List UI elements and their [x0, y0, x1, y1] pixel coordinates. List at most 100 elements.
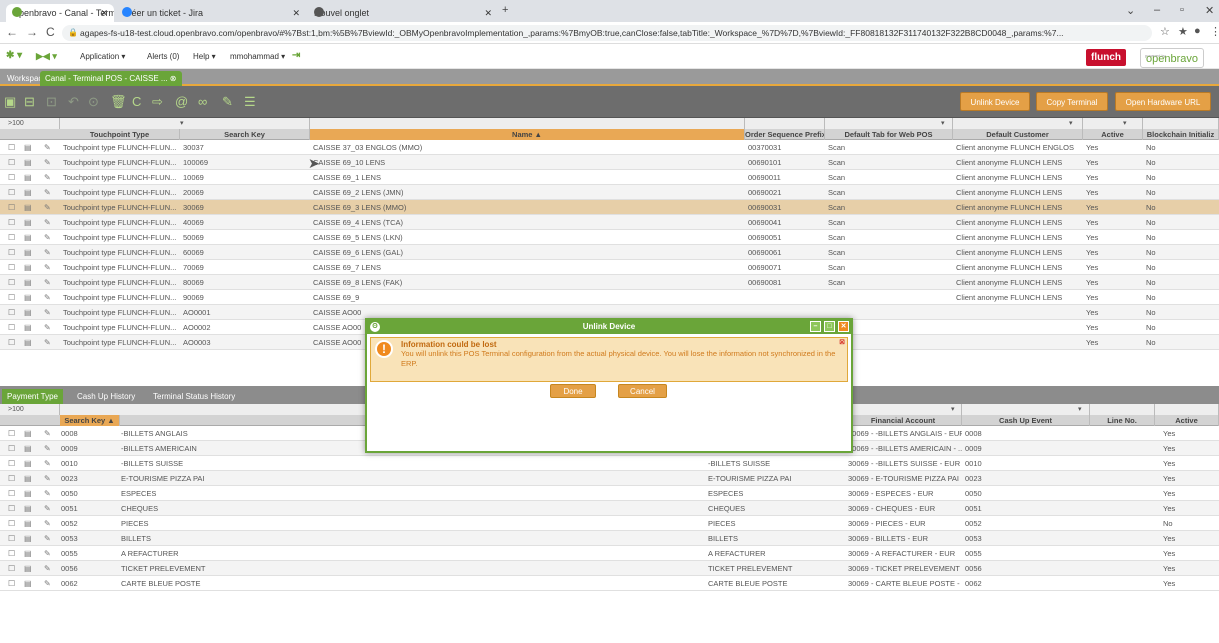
edit-icon[interactable]: ✎	[44, 534, 51, 543]
edit-icon[interactable]: ✎	[44, 579, 51, 588]
filter-default-tab[interactable]: ▾	[825, 118, 953, 129]
table-row[interactable]: ☐ ▤ ✎ Touchpoint type FLUNCH-FLUN... 50069 CA…	[0, 230, 1219, 245]
reload-icon[interactable]: C	[46, 25, 55, 39]
tab-search-icon[interactable]: ⌄	[1126, 4, 1135, 17]
document-icon[interactable]: ▤	[24, 308, 32, 317]
minimize-icon[interactable]: –	[810, 321, 821, 332]
chevron-down-icon[interactable]: ▾	[180, 118, 184, 129]
table-row[interactable]: ☐ ▤ ✎ 0053 BILLETS BILLETS 30069 - BILLETS - E…	[0, 531, 1219, 546]
document-icon[interactable]: ▤	[24, 293, 32, 302]
edit-icon[interactable]: ✎	[44, 188, 51, 197]
header-search-key[interactable]: Search Key	[180, 129, 310, 140]
tab-terminal-status-history[interactable]: Terminal Status History	[148, 389, 240, 404]
application-menu[interactable]: Application ▾	[80, 52, 125, 61]
header-order-prefix[interactable]: Order Sequence Prefix	[745, 129, 825, 140]
user-menu[interactable]: mmohammad ▾	[230, 52, 285, 61]
filter-customer[interactable]: ▾	[953, 118, 1083, 129]
document-icon[interactable]: ▤	[24, 188, 32, 197]
filter-blockchain[interactable]	[1143, 118, 1219, 129]
close-icon[interactable]: ⊠	[839, 338, 845, 346]
document-icon[interactable]: ▤	[24, 564, 32, 573]
checkbox-icon[interactable]: ☐	[8, 158, 15, 167]
undo-icon[interactable]: ↶	[68, 94, 79, 110]
table-row[interactable]: ☐ ▤ ✎ Touchpoint type FLUNCH-FLUN... 40069 CA…	[0, 215, 1219, 230]
checkbox-icon[interactable]: ☐	[8, 203, 15, 212]
header-search-key[interactable]: Search Key ▲	[60, 415, 120, 426]
checkbox-icon[interactable]: ☐	[8, 323, 15, 332]
checkbox-icon[interactable]: ☐	[8, 579, 15, 588]
maximize-icon[interactable]: ▫	[1180, 4, 1184, 16]
maximize-icon[interactable]: □	[824, 321, 835, 332]
header-active[interactable]: Active	[1155, 415, 1219, 426]
document-icon[interactable]: ▤	[24, 459, 32, 468]
edit-icon[interactable]: ✎	[44, 218, 51, 227]
checkbox-icon[interactable]: ☐	[8, 263, 15, 272]
table-row[interactable]: ☐ ▤ ✎ 0050 ESPECES ESPECES 30069 - ESPECES - E…	[0, 486, 1219, 501]
close-window-icon[interactable]: ✕	[1205, 4, 1214, 17]
close-icon[interactable]: ✕	[292, 4, 300, 22]
document-icon[interactable]: ▤	[24, 248, 32, 257]
header-cash-up-event[interactable]: Cash Up Event	[962, 415, 1090, 426]
checkbox-icon[interactable]: ☐	[8, 173, 15, 182]
header-active[interactable]: Active	[1083, 129, 1143, 140]
filter-prefix[interactable]	[745, 118, 825, 129]
header-line-no[interactable]: Line No.	[1090, 415, 1155, 426]
table-row[interactable]: ☐ ▤ ✎ 0055 A REFACTURER A REFACTURER 30069 - A…	[0, 546, 1219, 561]
checkbox-icon[interactable]: ☐	[8, 549, 15, 558]
edit-icon[interactable]: ✎	[44, 564, 51, 573]
back-icon[interactable]: ←	[6, 25, 18, 39]
attachment-icon[interactable]: @	[175, 94, 188, 109]
header-touchpoint-type[interactable]: Touchpoint Type	[60, 129, 180, 140]
url-input[interactable]: 🔒 agapes-fs-u18-test.cloud.openbravo.com…	[62, 25, 1152, 41]
document-icon[interactable]: ▤	[24, 534, 32, 543]
edit-icon[interactable]: ✎	[44, 338, 51, 347]
header-default-customer[interactable]: Default Customer	[953, 129, 1083, 140]
reload-icon[interactable]: C	[132, 94, 141, 109]
table-row[interactable]: ☐ ▤ ✎ Touchpoint type FLUNCH-FLUN... 20069 CA…	[0, 185, 1219, 200]
document-icon[interactable]: ▤	[24, 218, 32, 227]
document-icon[interactable]: ▤	[24, 429, 32, 438]
document-icon[interactable]: ▤	[24, 519, 32, 528]
browser-tab-jira[interactable]: Créer un ticket - Jira ✕	[116, 4, 306, 22]
alerts-menu[interactable]: Alerts (0)	[147, 52, 179, 61]
document-icon[interactable]: ▤	[24, 549, 32, 558]
tab-cash-up-history[interactable]: Cash Up History	[72, 389, 140, 404]
recent-views-icon[interactable]: ▶◀ ▾	[36, 51, 57, 62]
close-icon[interactable]: ✕	[484, 4, 492, 22]
close-icon[interactable]: ⊗	[170, 74, 177, 83]
filter-touchpoint[interactable]: ▾	[60, 118, 310, 129]
document-icon[interactable]: ▤	[24, 278, 32, 287]
checkbox-icon[interactable]: ☐	[8, 308, 15, 317]
minimize-icon[interactable]: –	[1154, 4, 1160, 16]
chevron-down-icon[interactable]: ▾	[1123, 118, 1127, 129]
grid-view-icon[interactable]: ☰	[244, 94, 256, 110]
checkbox-icon[interactable]: ☐	[8, 143, 15, 152]
star-icon[interactable]: ✱ ▾	[6, 50, 22, 61]
checkbox-icon[interactable]: ☐	[8, 534, 15, 543]
document-icon[interactable]: ▤	[24, 233, 32, 242]
edit-icon[interactable]: ✎	[44, 504, 51, 513]
table-row[interactable]: ☐ ▤ ✎ 0062 CARTE BLEUE POSTE CARTE BLEUE POST…	[0, 576, 1219, 591]
checkbox-icon[interactable]: ☐	[8, 188, 15, 197]
checkbox-icon[interactable]: ☐	[8, 504, 15, 513]
edit-icon[interactable]: ✎	[44, 549, 51, 558]
help-menu[interactable]: Help ▾	[193, 52, 216, 61]
tab-terminal-pos[interactable]: Canal - Terminal POS - CAISSE ... ⊗	[40, 71, 182, 86]
table-row[interactable]: ☐ ▤ ✎ Touchpoint type FLUNCH-FLUN... 30069 CA…	[0, 200, 1219, 215]
copy-terminal-button[interactable]: Copy Terminal	[1036, 92, 1108, 111]
edit-icon[interactable]: ✎	[44, 248, 51, 257]
checkbox-icon[interactable]: ☐	[8, 429, 15, 438]
checkbox-icon[interactable]: ☐	[8, 519, 15, 528]
table-row[interactable]: ☐ ▤ ✎ 0051 CHEQUES CHEQUES 30069 - CHEQUES - E…	[0, 501, 1219, 516]
filter-financial-account[interactable]: ▾	[845, 404, 962, 415]
done-button[interactable]: Done	[550, 384, 596, 398]
document-icon[interactable]: ▤	[24, 489, 32, 498]
browser-tab-new[interactable]: Nouvel onglet ✕	[308, 4, 498, 22]
edit-icon[interactable]: ✎	[44, 278, 51, 287]
forward-icon[interactable]: →	[26, 25, 38, 39]
checkbox-icon[interactable]: ☐	[8, 278, 15, 287]
checkbox-icon[interactable]: ☐	[8, 459, 15, 468]
chevron-down-icon[interactable]: ▾	[941, 118, 945, 129]
filter-active[interactable]: ▾	[1083, 118, 1143, 129]
open-hardware-url-button[interactable]: Open Hardware URL	[1115, 92, 1211, 111]
